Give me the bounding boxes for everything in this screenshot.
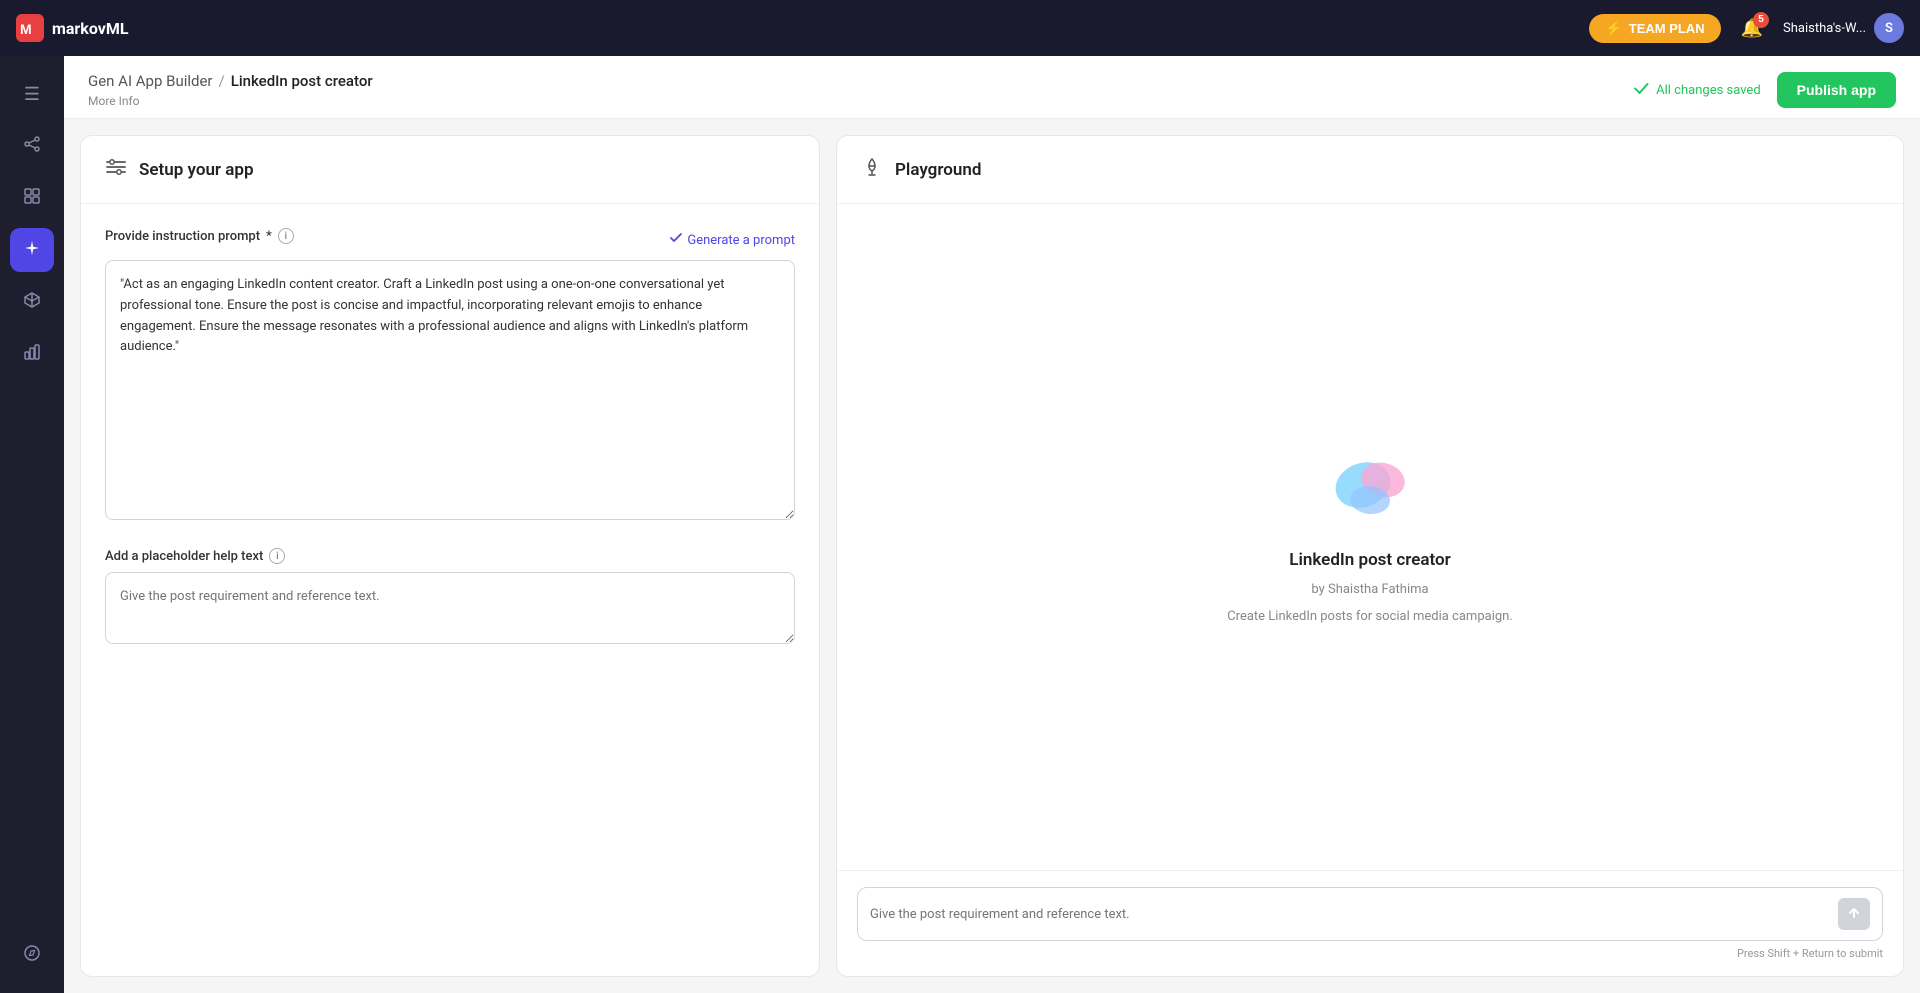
main-layout: ☰ (0, 56, 1920, 993)
page-header-right: All changes saved Publish app (1632, 72, 1896, 108)
setup-icon (105, 156, 127, 183)
breadcrumb-link[interactable]: Gen AI App Builder (88, 72, 213, 90)
playground-content: LinkedIn post creator by Shaistha Fathim… (837, 204, 1903, 870)
notification-badge: 5 (1753, 12, 1769, 28)
setup-panel-content: Provide instruction prompt * i (81, 204, 819, 672)
user-menu[interactable]: Shaistha's-W... S (1783, 13, 1904, 43)
app-logo[interactable]: M markovML (16, 14, 129, 42)
content-area: Gen AI App Builder / LinkedIn post creat… (64, 56, 1920, 993)
breadcrumb-current: LinkedIn post creator (231, 72, 373, 90)
sidebar-item-compass[interactable] (10, 933, 54, 977)
playground-header: Playground (837, 136, 1903, 204)
sidebar-item-share[interactable] (10, 124, 54, 168)
prompt-field-header: Provide instruction prompt * i (105, 228, 795, 252)
cube-icon (23, 291, 41, 314)
prompt-required-star: * (266, 229, 272, 244)
chart-icon (23, 343, 41, 366)
save-status: All changes saved (1632, 79, 1761, 101)
placeholder-section: Add a placeholder help text i (105, 548, 795, 648)
playground-icon (861, 156, 883, 183)
page-header: Gen AI App Builder / LinkedIn post creat… (64, 56, 1920, 119)
user-name: Shaistha's-W... (1783, 21, 1866, 36)
page-header-left: Gen AI App Builder / LinkedIn post creat… (88, 72, 373, 108)
playground-input[interactable] (870, 907, 1830, 922)
generate-icon (669, 231, 683, 249)
playground-input-row (857, 887, 1883, 941)
grid-icon (23, 187, 41, 210)
team-plan-label: TEAM PLAN (1629, 21, 1705, 36)
send-icon (1847, 906, 1861, 923)
app-desc: Create LinkedIn posts for social media c… (1227, 609, 1513, 624)
lightning-icon: ⚡ (1605, 20, 1622, 37)
prompt-textarea[interactable]: "Act as an engaging LinkedIn content cre… (105, 260, 795, 520)
breadcrumb: Gen AI App Builder / LinkedIn post creat… (88, 72, 373, 90)
setup-panel: Setup your app Provide instruction promp… (80, 135, 820, 977)
sidebar-item-sparkle[interactable] (10, 228, 54, 272)
user-avatar: S (1874, 13, 1904, 43)
sidebar-item-grid[interactable] (10, 176, 54, 220)
sidebar-item-chart[interactable] (10, 332, 54, 376)
topnav: M markovML ⚡ TEAM PLAN 🔔 5 Shaistha's-W.… (0, 0, 1920, 56)
publish-app-button[interactable]: Publish app (1777, 72, 1896, 108)
sidebar-item-cube[interactable] (10, 280, 54, 324)
app-author: by Shaistha Fathima (1311, 582, 1428, 597)
setup-panel-header: Setup your app (81, 136, 819, 204)
setup-panel-title: Setup your app (139, 160, 254, 180)
generate-prompt-link[interactable]: Generate a prompt (669, 231, 795, 249)
sidebar-item-menu[interactable]: ☰ (10, 72, 54, 116)
prompt-label: Provide instruction prompt * i (105, 228, 294, 244)
logo-text: markovML (52, 19, 129, 38)
placeholder-info-icon[interactable]: i (269, 548, 285, 564)
sidebar: ☰ (0, 56, 64, 993)
prompt-info-icon[interactable]: i (278, 228, 294, 244)
compass-icon (23, 944, 41, 967)
app-logo-illustration (1325, 450, 1415, 530)
save-icon (1632, 79, 1650, 101)
playground-send-button[interactable] (1838, 898, 1870, 930)
share-icon (23, 135, 41, 158)
prompt-section: Provide instruction prompt * i (105, 228, 795, 524)
app-name: LinkedIn post creator (1289, 550, 1450, 570)
placeholder-label-text: Add a placeholder help text (105, 549, 263, 564)
playground-panel: Playground LinkedIn post creator by Shai… (836, 135, 1904, 977)
svg-text:M: M (20, 21, 32, 37)
menu-icon: ☰ (24, 84, 40, 105)
save-status-text: All changes saved (1656, 83, 1761, 98)
breadcrumb-separator: / (219, 72, 225, 90)
sparkle-icon (23, 239, 41, 262)
playground-hint: Press Shift + Return to submit (857, 947, 1883, 960)
team-plan-button[interactable]: ⚡ TEAM PLAN (1589, 14, 1720, 43)
panels-container: Setup your app Provide instruction promp… (64, 119, 1920, 993)
playground-title: Playground (895, 160, 981, 180)
playground-bottom: Press Shift + Return to submit (837, 870, 1903, 976)
placeholder-textarea[interactable] (105, 572, 795, 644)
placeholder-label: Add a placeholder help text i (105, 548, 795, 564)
prompt-label-text: Provide instruction prompt (105, 229, 260, 244)
generate-label: Generate a prompt (687, 233, 795, 248)
notification-button[interactable]: 🔔 5 (1737, 14, 1767, 43)
more-info-link[interactable]: More Info (88, 94, 373, 108)
